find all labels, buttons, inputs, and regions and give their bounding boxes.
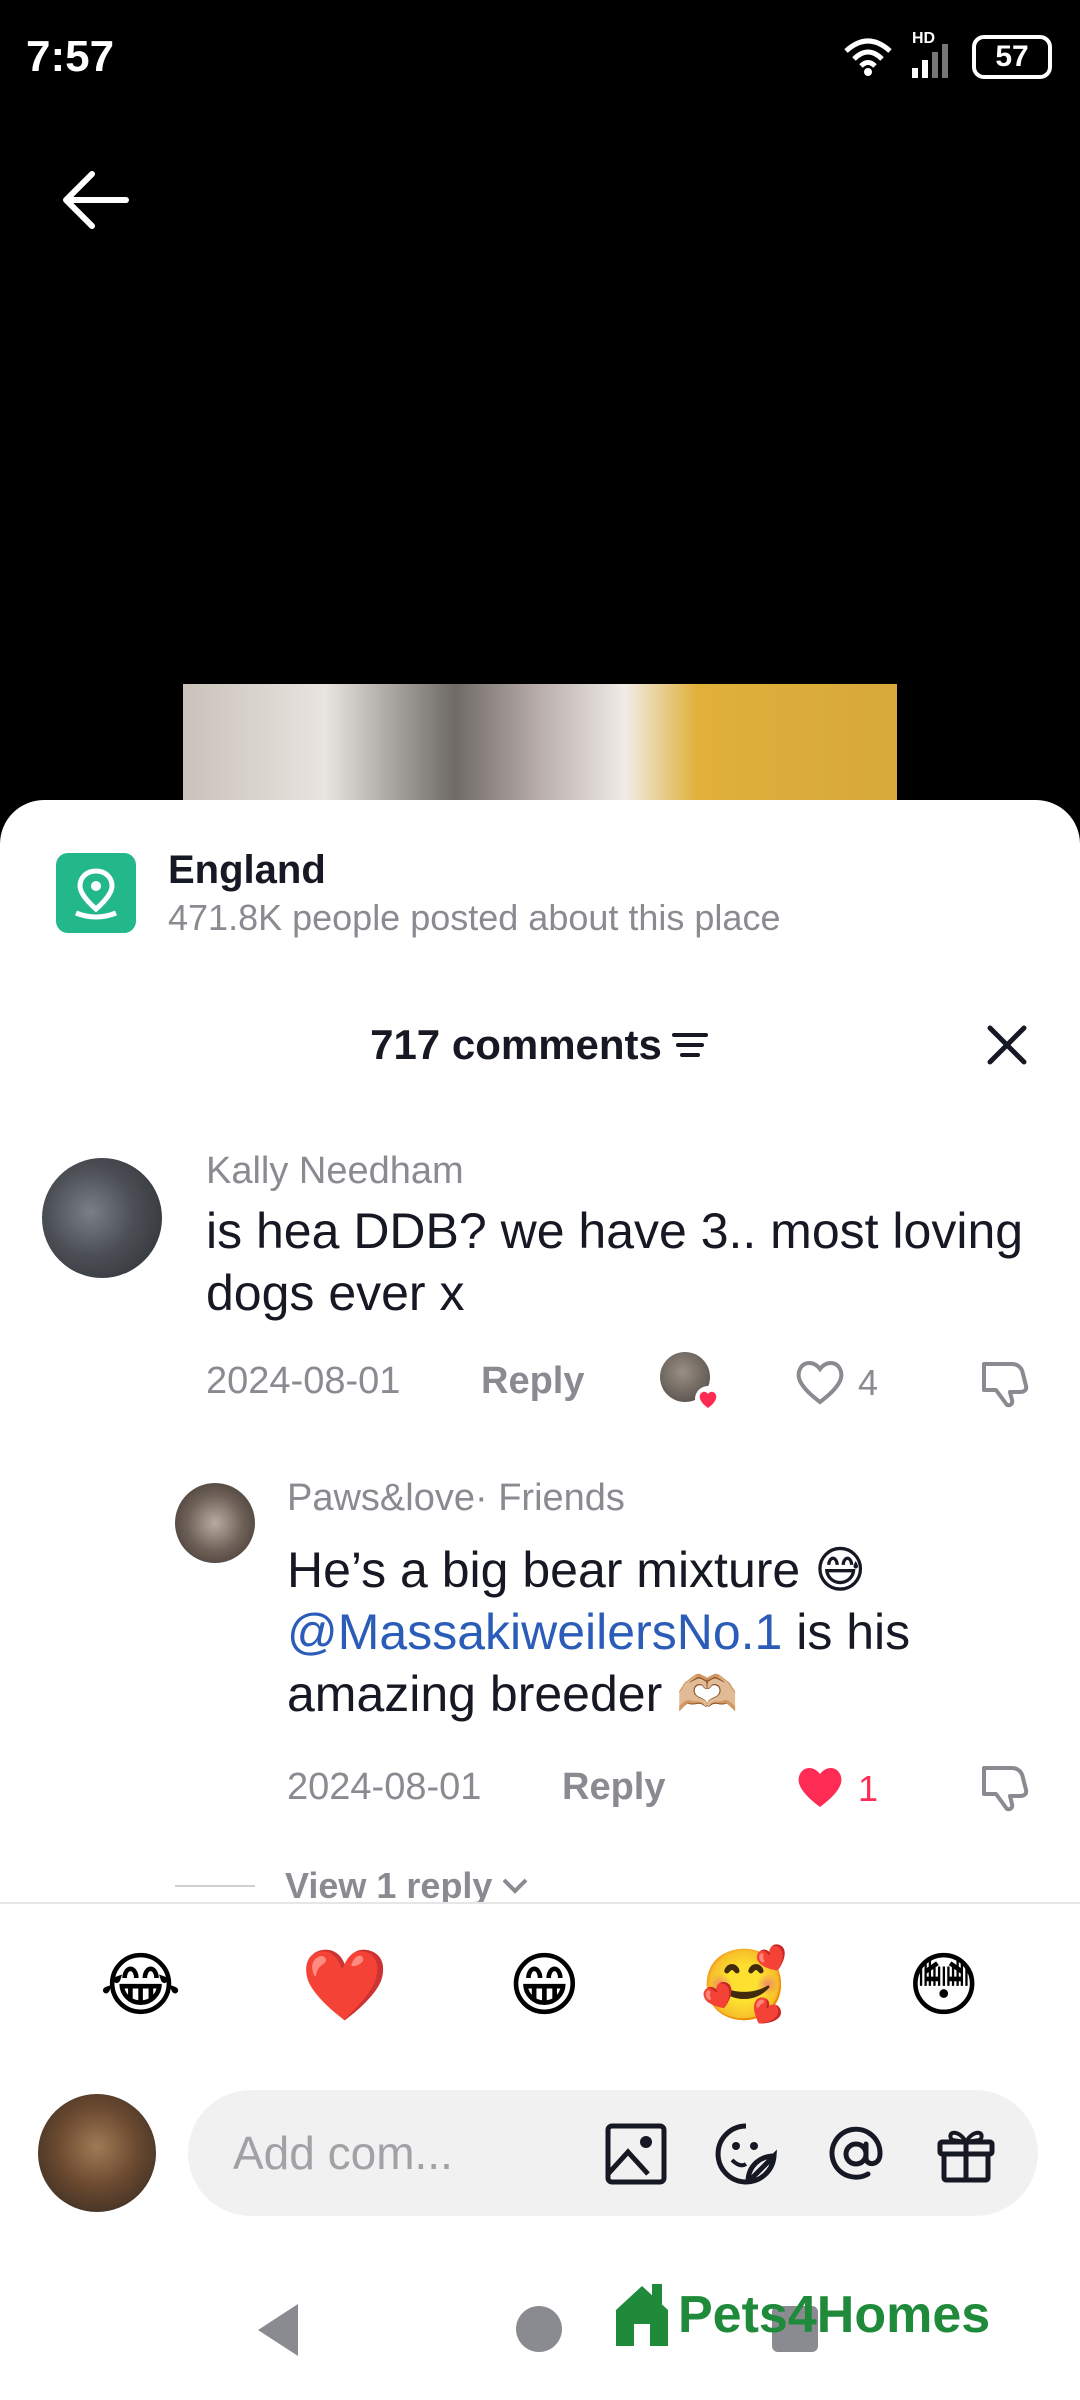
mention-icon[interactable] [824, 2122, 888, 2186]
reply-username[interactable]: Paws&love [287, 1477, 475, 1519]
comment-username[interactable]: Kally Needham [206, 1150, 464, 1193]
heart-outline-icon[interactable] [792, 1357, 848, 1407]
view-replies-button[interactable]: View 1 reply [175, 1870, 530, 1902]
chevron-down-icon [503, 1878, 528, 1894]
user-avatar[interactable] [38, 2094, 156, 2212]
input-divider [0, 1902, 1080, 1904]
comment-username[interactable]: Paws&love· Friends [287, 1477, 625, 1520]
comment-input-placeholder: Add com... [233, 2127, 453, 2179]
watermark-text: Pets4Homes [678, 2286, 991, 2344]
emoji-heart[interactable]: ❤️ [301, 1940, 388, 2030]
avatar[interactable] [175, 1483, 255, 1563]
comments-count: 717 comments [370, 1021, 662, 1068]
input-toolbar [604, 2122, 998, 2186]
like-count: 1 [858, 1768, 879, 1809]
wifi-icon [844, 38, 892, 76]
comment-text-part: He’s a big bear mixture 😅 [287, 1542, 867, 1598]
comment-date: 2024-08-01 [206, 1360, 401, 1402]
friends-label: · Friends [474, 1477, 625, 1519]
video-preview[interactable] [183, 684, 897, 804]
sticker-icon[interactable] [714, 2122, 778, 2186]
back-arrow-icon[interactable] [56, 160, 136, 240]
comment-input[interactable]: Add com... [188, 2090, 1038, 2216]
battery-indicator: 57 [972, 35, 1052, 79]
location-text: England 471.8K people posted about this … [168, 845, 780, 941]
house-logo-icon [616, 2284, 668, 2346]
filter-icon[interactable] [670, 1029, 710, 1061]
emoji-grin[interactable]: 😁 [508, 1940, 581, 2030]
dislike-icon[interactable] [978, 1356, 1032, 1410]
emoji-quick-bar: 😂 ❤️ 😁 🥰 😳 [0, 1940, 1080, 2030]
signal-icon: HD [908, 30, 958, 80]
comment-text: He’s a big bear mixture 😅 @Massakiweiler… [287, 1539, 1047, 1725]
status-icons: HD 57 [842, 30, 1052, 80]
reply-divider-line [175, 1885, 255, 1887]
location-row[interactable]: England 471.8K people posted about this … [56, 845, 780, 941]
mention-link[interactable]: @MassakiweilersNo.1 [287, 1604, 782, 1660]
watermark: Pets4Homes [612, 2280, 990, 2350]
comment-input-row: Add com... [38, 2090, 1042, 2216]
emoji-laugh[interactable]: 😂 [100, 1940, 182, 2030]
heart-filled-icon[interactable] [792, 1762, 848, 1812]
close-icon[interactable] [982, 1020, 1032, 1070]
status-time: 7:57 [26, 32, 115, 81]
reply-button[interactable]: Reply [481, 1360, 584, 1403]
comment-text: is hea DDB? we have 3.. most loving dogs… [206, 1203, 1024, 1321]
gift-icon[interactable] [934, 2122, 998, 2186]
location-title: England [168, 848, 326, 892]
avatar[interactable] [42, 1158, 162, 1278]
location-pin-icon [56, 853, 136, 933]
comments-header: 717 comments [0, 1010, 1080, 1080]
location-subtitle: 471.8K people posted about this place [168, 897, 781, 938]
nav-home-icon[interactable] [514, 2304, 564, 2354]
creator-liked-avatar-icon [660, 1352, 721, 1412]
status-bar: 7:57 HD 57 [0, 0, 1080, 110]
image-icon[interactable] [604, 2122, 668, 2186]
emoji-love[interactable]: 🥰 [700, 1940, 787, 2030]
view-replies-label[interactable]: View 1 reply [285, 1870, 492, 1902]
reply-button[interactable]: Reply [562, 1766, 665, 1809]
dislike-icon[interactable] [978, 1760, 1032, 1814]
comment-date: 2024-08-01 [287, 1766, 482, 1808]
like-count: 4 [858, 1362, 879, 1403]
emoji-flushed[interactable]: 😳 [907, 1940, 980, 2030]
nav-back-icon[interactable] [252, 2300, 302, 2360]
